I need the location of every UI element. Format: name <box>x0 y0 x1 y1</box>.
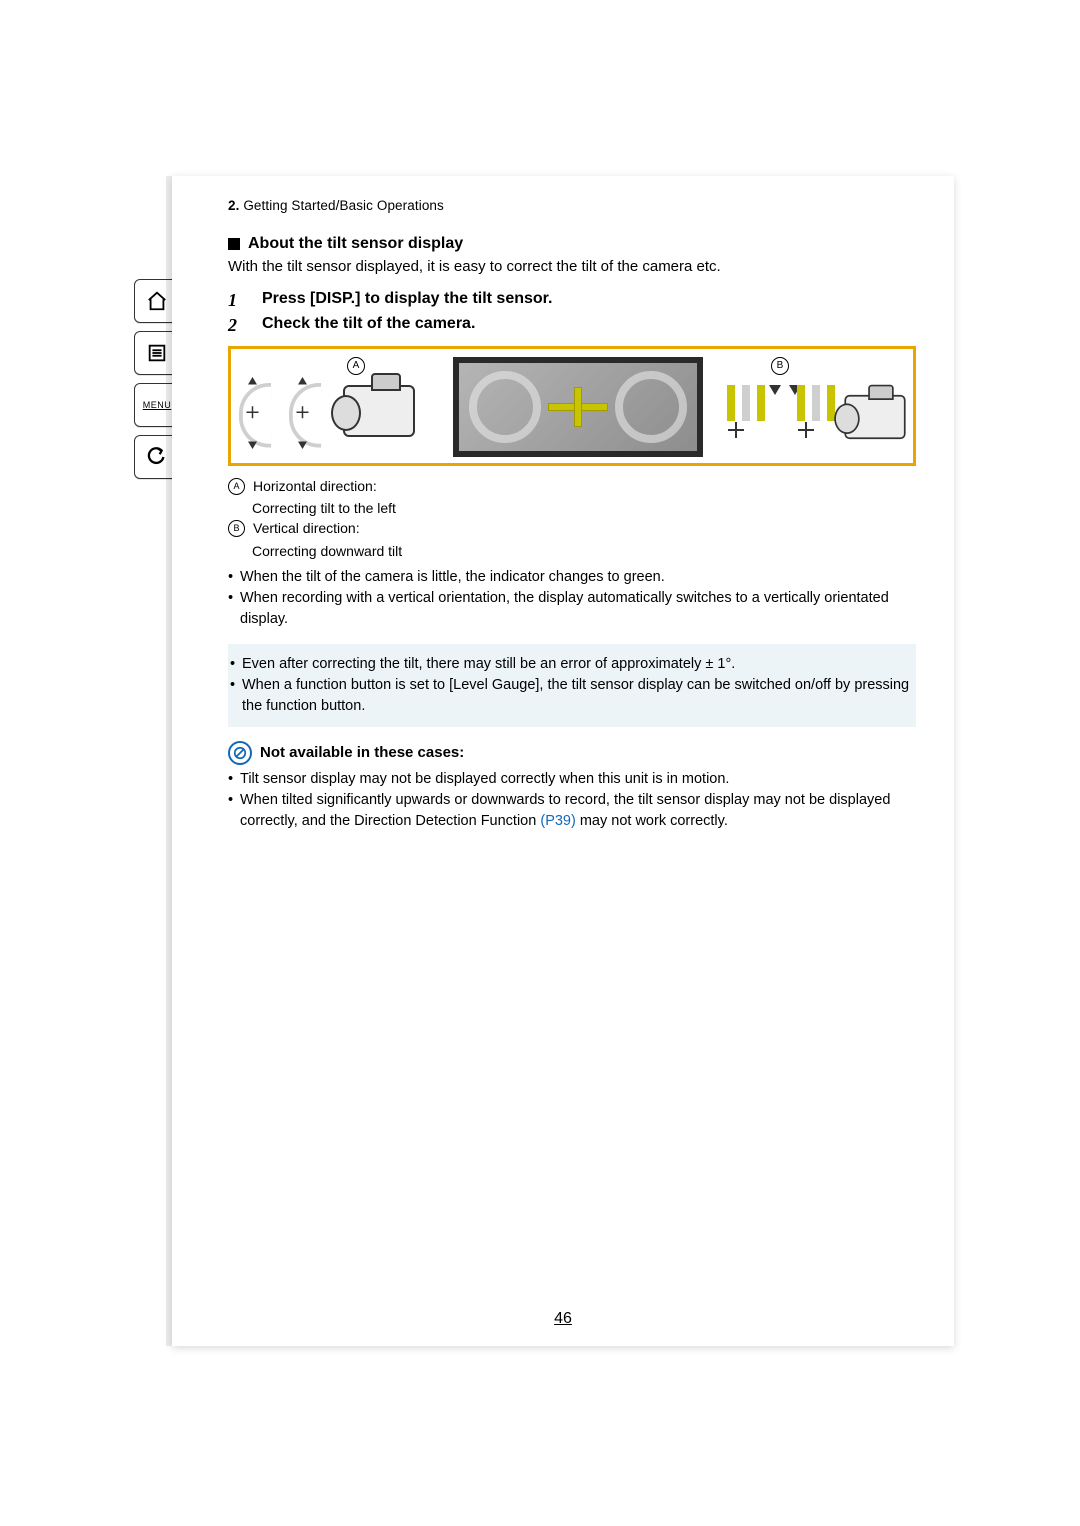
camera-icon <box>844 395 905 439</box>
breadcrumb-title: Getting Started/Basic Operations <box>243 198 444 213</box>
back-icon <box>146 446 168 468</box>
horizontal-tilt-glyph <box>243 357 433 457</box>
legend-a-detail: Correcting tilt to the left <box>228 498 916 518</box>
step-number: 2 <box>228 315 250 336</box>
step-number: 1 <box>228 290 250 311</box>
intro-text: With the tilt sensor displayed, it is ea… <box>228 257 916 278</box>
note-bullet: Even after correcting the tilt, there ma… <box>230 654 910 675</box>
section-heading-text: About the tilt sensor display <box>248 235 463 253</box>
step-text: Check the tilt of the camera. <box>262 315 916 336</box>
legend-label: A <box>228 478 245 495</box>
toc-icon <box>146 342 168 364</box>
steps: 1 Press [DISP.] to display the tilt sens… <box>228 290 916 336</box>
na-bullet: Tilt sensor display may not be displayed… <box>228 769 916 790</box>
legend-b-detail: Correcting downward tilt <box>228 541 916 561</box>
section-heading: About the tilt sensor display <box>228 235 916 253</box>
info-bullets: When the tilt of the camera is little, t… <box>228 567 916 630</box>
na-bullet-text-b: may not work correctly. <box>576 813 728 829</box>
camera-icon <box>343 385 415 437</box>
breadcrumb: 2. Getting Started/Basic Operations <box>228 198 916 213</box>
legend-label: B <box>228 520 245 537</box>
prohibit-icon <box>228 741 252 765</box>
square-bullet-icon <box>228 238 240 250</box>
home-icon <box>146 290 168 312</box>
info-bullet: When recording with a vertical orientati… <box>228 588 916 630</box>
legend-b-title: Vertical direction: <box>253 518 360 538</box>
note-box: Even after correcting the tilt, there ma… <box>228 644 916 727</box>
menu-label: MENU <box>143 400 172 410</box>
not-available-bullets: Tilt sensor display may not be displayed… <box>228 769 916 832</box>
diagram-legend: A Horizontal direction: Correcting tilt … <box>228 476 916 561</box>
legend-a-title: Horizontal direction: <box>253 476 377 496</box>
page-number[interactable]: 46 <box>172 1310 954 1328</box>
breadcrumb-number: 2. <box>228 198 239 213</box>
step-text: Press [DISP.] to display the tilt sensor… <box>262 290 916 311</box>
note-bullet: When a function button is set to [Level … <box>230 675 910 717</box>
lcd-preview <box>453 357 703 457</box>
not-available-heading-text: Not available in these cases: <box>260 744 464 761</box>
tilt-illustration: A B <box>228 346 916 466</box>
page-ref-link[interactable]: (P39) <box>540 813 575 829</box>
page-sheet: 2. Getting Started/Basic Operations Abou… <box>172 176 954 1346</box>
vertical-tilt-glyph <box>721 357 911 457</box>
na-bullet: When tilted significantly upwards or dow… <box>228 790 916 832</box>
not-available-heading: Not available in these cases: <box>228 741 916 765</box>
info-bullet: When the tilt of the camera is little, t… <box>228 567 916 588</box>
